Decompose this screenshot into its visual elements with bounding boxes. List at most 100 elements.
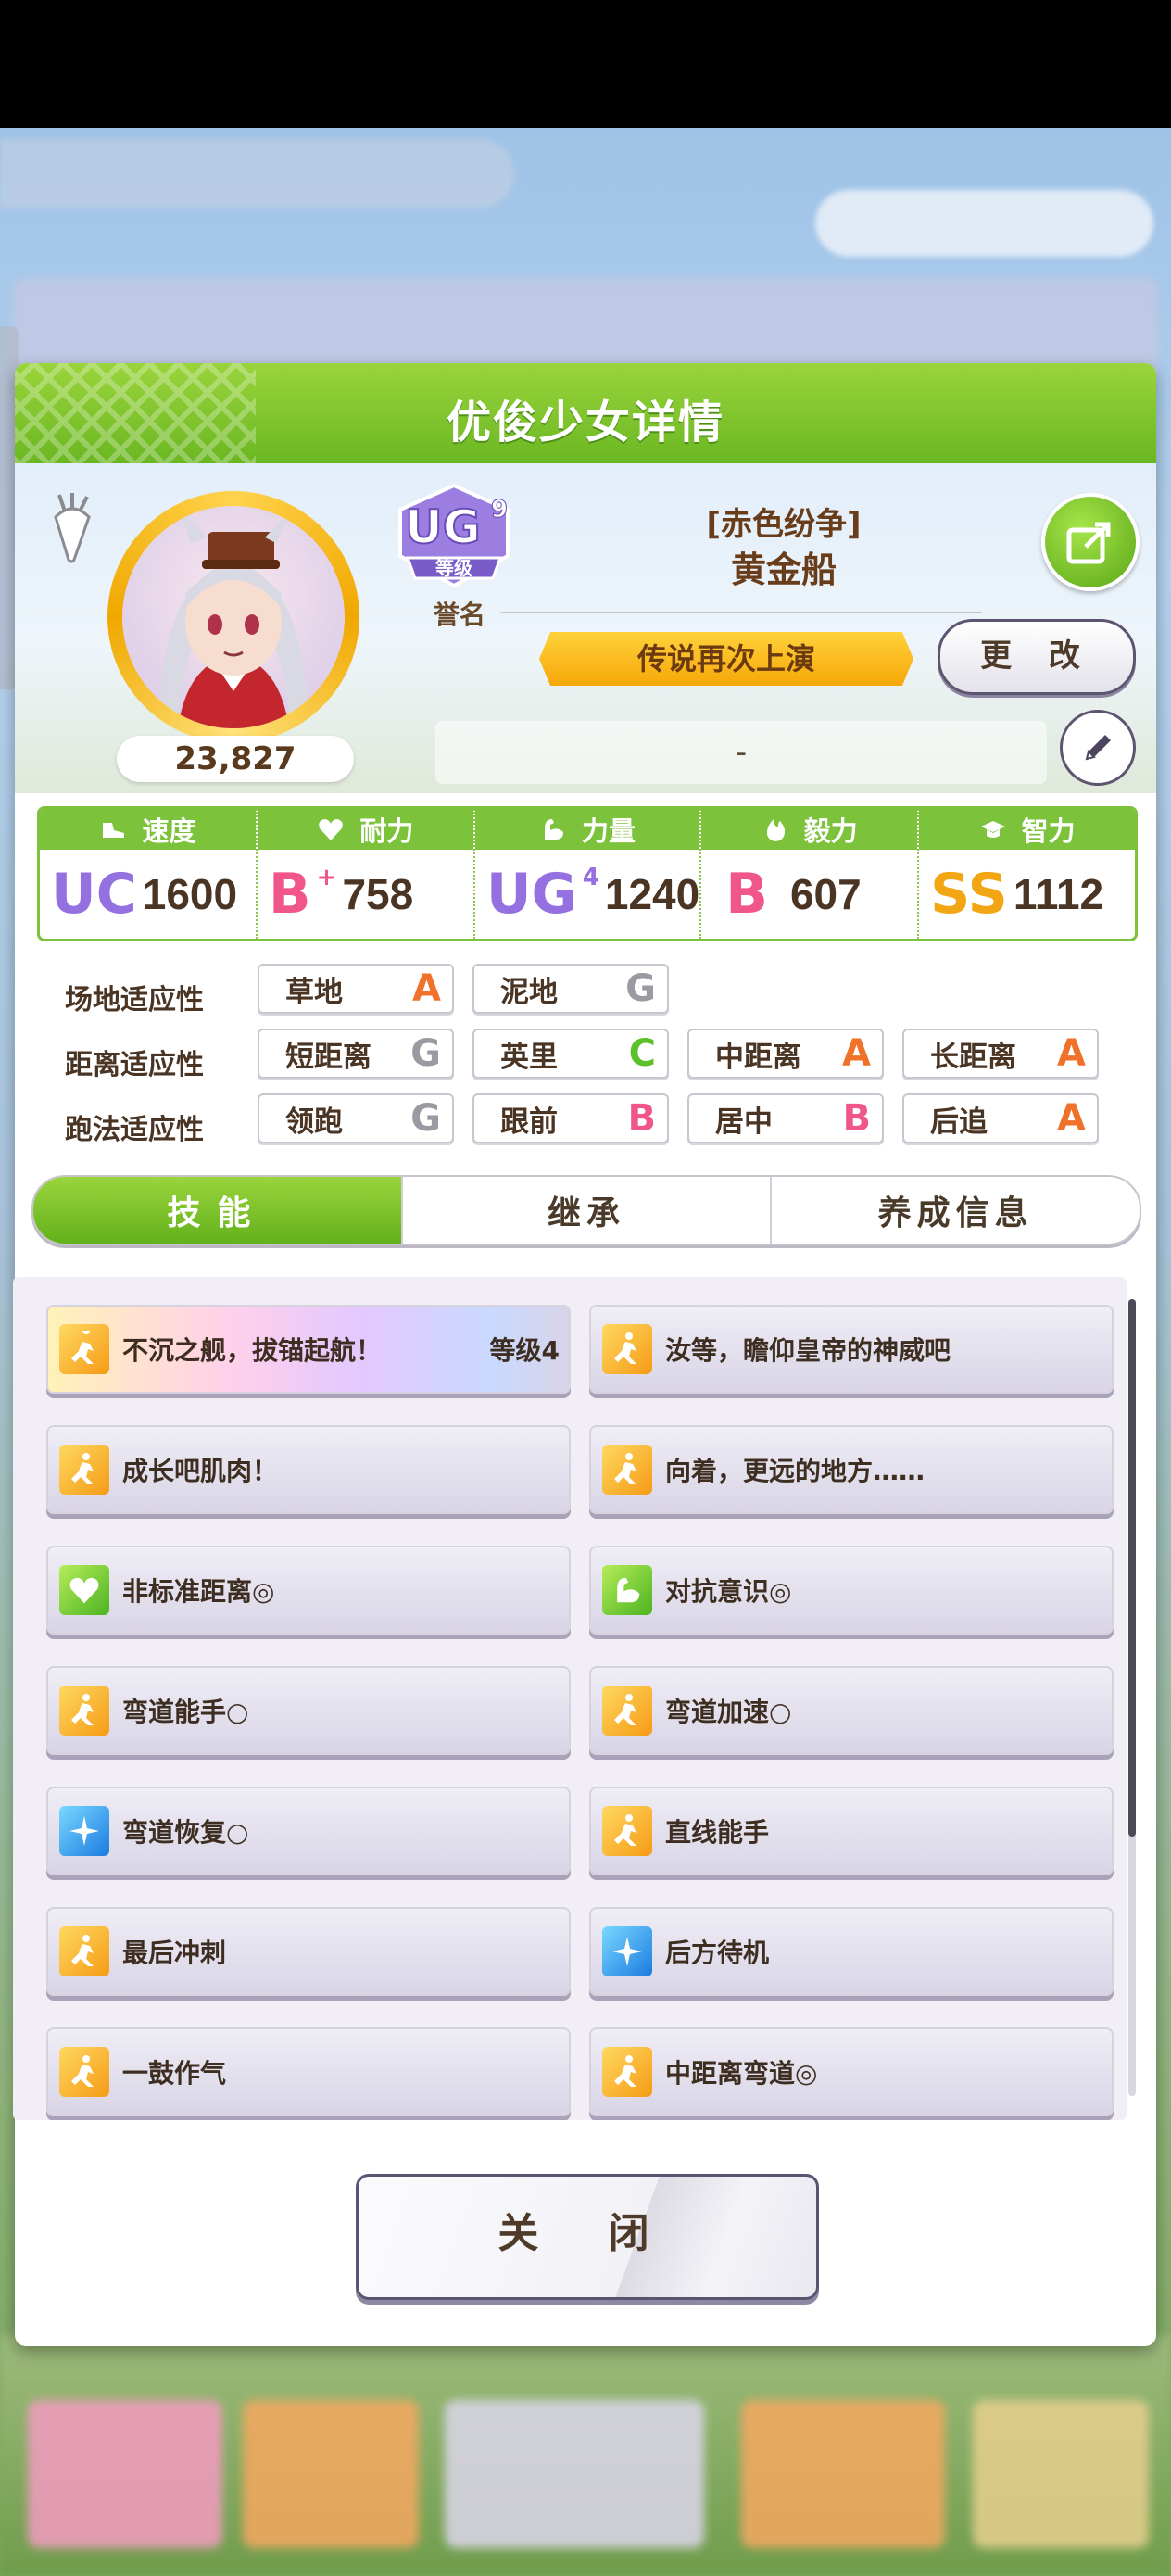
tab-skills[interactable]: 技能: [33, 1177, 403, 1244]
stat-guts: 毅力 B 607: [701, 809, 920, 939]
character-name: 黄金船: [730, 549, 837, 590]
shoe-icon: [103, 823, 125, 838]
stat-rank-sup: 4: [582, 864, 599, 891]
profile-panel: 23,827 UG 9 等级 誉名 [赤色纷争] 黄金船 传说再次上演 更 改 …: [15, 463, 1156, 793]
svg-text:UG: UG: [405, 500, 481, 554]
skill-card[interactable]: 向着，更远的地方……: [589, 1425, 1114, 1514]
epithet-ribbon[interactable]: 传说再次上演: [539, 632, 913, 686]
skills-list[interactable]: 不沉之舰，拔锚起航！ 等级4 汝等，瞻仰皇帝的神威吧 成长吧肌肉！ 向着，更远的…: [13, 1277, 1127, 2120]
background-menu-card: [741, 2400, 945, 2548]
skill-runner-icon: [602, 1324, 652, 1374]
skill-card[interactable]: 弯道能手○: [46, 1666, 571, 1755]
change-epithet-button[interactable]: 更 改: [938, 619, 1136, 695]
stat-label: 耐力: [359, 815, 414, 847]
aptitude-grade: A: [1057, 1097, 1086, 1140]
stat-value: 1600: [142, 870, 238, 918]
skill-card[interactable]: 一鼓作气: [46, 2027, 571, 2116]
skill-name: 成长吧肌肉！: [122, 1456, 279, 1486]
aptitude-name: 居中: [715, 1105, 773, 1139]
skill-runner-icon: [602, 1445, 652, 1495]
skill-name: 不沉之舰，拔锚起航！: [122, 1335, 383, 1366]
dialog-title: 优俊少女详情: [446, 397, 724, 448]
aptitude-mile: 英里 C: [472, 1029, 669, 1079]
background-menu-card: [243, 2400, 419, 2548]
share-icon: [1066, 522, 1111, 564]
skill-card[interactable]: 后方待机: [589, 1907, 1114, 1996]
skill-name: 最后冲刺: [122, 1938, 227, 1968]
stat-stamina: 耐力 B + 758: [257, 809, 475, 939]
aptitude-name: 草地: [285, 975, 343, 1009]
skill-runner-icon: [59, 1445, 109, 1495]
muscle-icon: [545, 819, 563, 840]
stat-wisdom: 智力 SS 1112: [919, 809, 1135, 939]
skill-name: 直线能手: [665, 1817, 770, 1848]
skill-card[interactable]: 弯道恢复○: [46, 1787, 571, 1875]
skill-card[interactable]: 成长吧肌肉！: [46, 1425, 571, 1514]
close-button[interactable]: 关 闭: [356, 2174, 819, 2300]
skill-name: 对抗意识◎: [665, 1576, 792, 1607]
skill-card[interactable]: 非标准距离◎: [46, 1546, 571, 1635]
dialog-header: 优俊少女详情: [15, 363, 1156, 463]
skill-heart-icon: [59, 1565, 109, 1615]
skill-name: 非标准距离◎: [122, 1576, 275, 1607]
skill-card[interactable]: 不沉之舰，拔锚起航！ 等级4: [46, 1305, 571, 1394]
skill-sparkle-icon: [602, 1926, 652, 1976]
edit-comment-button[interactable]: [1060, 710, 1136, 786]
skill-name: 一鼓作气: [122, 2058, 227, 2089]
aptitude-name: 泥地: [500, 975, 558, 1009]
aptitude-grade: A: [842, 1032, 871, 1075]
skill-card[interactable]: 汝等，瞻仰皇帝的神威吧: [589, 1305, 1114, 1394]
aptitude-dirt: 泥地 G: [472, 964, 669, 1014]
skills-scrollbar[interactable]: [1128, 1299, 1136, 2096]
skill-card[interactable]: 对抗意识◎: [589, 1546, 1114, 1635]
share-button[interactable]: [1041, 493, 1140, 591]
graduation-cap-icon: [980, 821, 1005, 838]
aptitude-runner: 领跑 G: [258, 1093, 454, 1143]
tab-training-info[interactable]: 养成信息: [772, 1177, 1140, 1244]
aptitude-turf: 草地 A: [258, 964, 454, 1014]
flame-icon: [766, 819, 785, 841]
skill-sparkle-icon: [59, 1806, 109, 1856]
grade-badge-icon: UG 9 等级: [398, 483, 510, 588]
aptitude-name: 短距离: [285, 1040, 371, 1074]
skill-name: 向着，更远的地方……: [665, 1456, 925, 1486]
aptitude-medium: 中距离 A: [687, 1029, 884, 1079]
detail-tabs: 技能 继承 养成信息: [31, 1175, 1141, 1245]
stat-rank: UC: [51, 862, 137, 927]
scrollbar-thumb[interactable]: [1128, 1299, 1136, 1837]
divider: [500, 612, 982, 613]
pencil-icon: [1085, 735, 1111, 761]
aptitude-betweener: 居中 B: [687, 1093, 884, 1143]
character-portrait-frame[interactable]: [107, 491, 359, 743]
aptitude-name: 长距离: [930, 1040, 1016, 1074]
background-menu-card: [973, 2400, 1149, 2548]
tab-inheritance[interactable]: 继承: [403, 1177, 773, 1244]
skill-card[interactable]: 弯道加速○: [589, 1666, 1114, 1755]
stat-label: 智力: [1021, 815, 1076, 847]
skill-card[interactable]: 中距离弯道◎: [589, 2027, 1114, 2116]
skill-card[interactable]: 直线能手: [589, 1787, 1114, 1875]
skill-name: 弯道恢复○: [122, 1817, 249, 1848]
skill-level: 等级4: [489, 1335, 560, 1366]
aptitude-chaser: 后追 A: [902, 1093, 1099, 1143]
evaluation-score: 23,827: [117, 736, 354, 782]
heart-icon: [319, 819, 344, 840]
background-menu-card: [445, 2400, 704, 2548]
stat-value: 1240: [604, 870, 700, 918]
aptitude-grade: G: [410, 1097, 441, 1140]
stat-label: 毅力: [803, 815, 858, 847]
aptitude-name: 领跑: [285, 1105, 343, 1139]
grade-sub-rank: 9: [491, 496, 508, 524]
status-bar: [0, 0, 1171, 128]
stat-rank: UG: [485, 862, 577, 927]
skill-card[interactable]: 最后冲刺: [46, 1907, 571, 1996]
aptitude-name: 中距离: [715, 1040, 801, 1074]
comment-field: -: [435, 721, 1047, 784]
skill-runner-icon: [602, 2047, 652, 2097]
aptitude-grade: G: [410, 1032, 441, 1075]
aptitude-grade: B: [627, 1097, 657, 1140]
skill-runner-icon: [59, 1686, 109, 1736]
field-aptitude-label: 场地适应性: [65, 984, 204, 1017]
skill-muscle-icon: [602, 1565, 652, 1615]
character-portrait: [122, 506, 345, 728]
